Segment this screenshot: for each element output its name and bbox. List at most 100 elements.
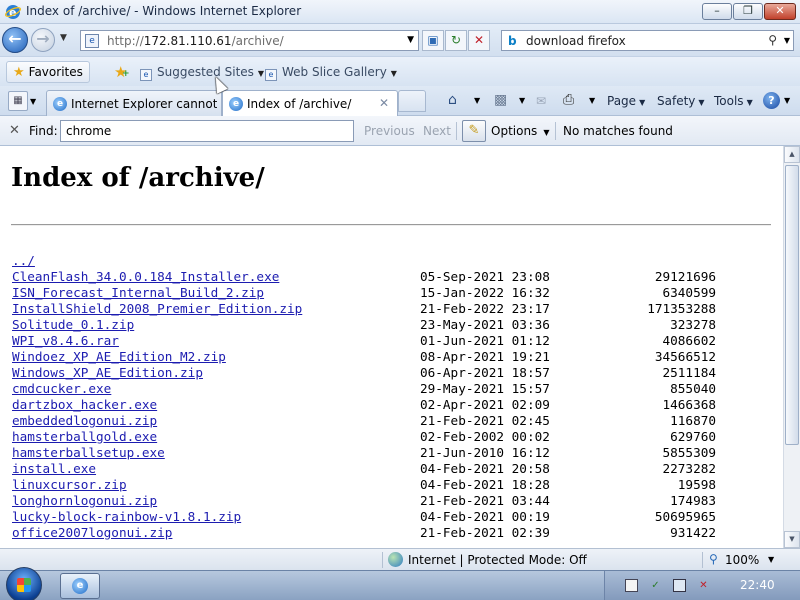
find-input[interactable] bbox=[60, 120, 354, 142]
suggested-sites-label: Suggested Sites bbox=[157, 65, 254, 79]
quick-tabs-button[interactable]: ▦ bbox=[8, 91, 28, 111]
network-icon[interactable] bbox=[673, 579, 686, 592]
file-link[interactable]: hamsterballgold.exe bbox=[12, 429, 157, 444]
close-find-bar-icon[interactable]: ✕ bbox=[9, 123, 20, 138]
zoom-icon[interactable]: ⚲ bbox=[709, 552, 718, 566]
file-link[interactable]: CleanFlash_34.0.0.184_Installer.exe bbox=[12, 269, 279, 284]
divider bbox=[555, 122, 556, 140]
chevron-down-icon: ▼ bbox=[390, 69, 397, 78]
file-size: 855040 bbox=[670, 381, 716, 396]
minimize-button[interactable]: – bbox=[702, 3, 732, 20]
url-path: /archive/ bbox=[231, 34, 284, 48]
system-tray: ✓ ✕ 22:40 bbox=[604, 571, 800, 600]
file-date: 02-Apr-2021 02:09 bbox=[420, 397, 550, 412]
search-options-dropdown-icon[interactable]: ▼ bbox=[784, 36, 790, 45]
file-size: 19598 bbox=[677, 477, 716, 492]
file-date: 04-Feb-2021 00:19 bbox=[420, 509, 550, 524]
security-check-icon[interactable]: ✓ bbox=[649, 579, 662, 592]
security-zone-text[interactable]: Internet | Protected Mode: Off bbox=[408, 553, 587, 567]
tab-list-dropdown-icon[interactable]: ▼ bbox=[30, 97, 36, 106]
suggested-sites-link[interactable]: e Suggested Sites ▼ bbox=[140, 65, 264, 81]
address-dropdown-icon[interactable]: ▼ bbox=[407, 35, 414, 45]
file-link[interactable]: lucky-block-rainbow-v1.8.1.zip bbox=[12, 509, 241, 524]
add-to-favorites-bar-icon[interactable]: ★ + bbox=[114, 63, 130, 81]
tab-label: Index of /archive/ bbox=[247, 97, 352, 111]
file-link[interactable]: Windows_XP_AE_Edition.zip bbox=[12, 365, 203, 380]
file-date: 01-Jun-2021 01:12 bbox=[420, 333, 550, 348]
print-dropdown-icon[interactable]: ▼ bbox=[589, 96, 595, 105]
search-query[interactable]: download firefox bbox=[526, 34, 626, 48]
find-next-button[interactable]: Next bbox=[423, 124, 451, 138]
feeds-dropdown-icon[interactable]: ▼ bbox=[519, 96, 525, 105]
help-icon[interactable]: ? bbox=[763, 92, 780, 109]
file-link[interactable]: embeddedlogonui.zip bbox=[12, 413, 157, 428]
scroll-down-button[interactable]: ▼ bbox=[784, 531, 800, 548]
find-previous-button[interactable]: Previous bbox=[364, 124, 415, 138]
address-bar[interactable]: e http://172.81.110.61/archive/ ▼ bbox=[80, 30, 419, 51]
tab-index-of-archive[interactable]: e Index of /archive/ ✕ bbox=[222, 90, 398, 116]
file-link[interactable]: Windoez_XP_AE_Edition_M2.zip bbox=[12, 349, 226, 364]
file-size: 2511184 bbox=[662, 365, 716, 380]
file-link[interactable]: office2007logonui.zip bbox=[12, 525, 172, 540]
file-link[interactable]: install.exe bbox=[12, 461, 96, 476]
page-icon: e bbox=[265, 69, 277, 81]
home-icon[interactable]: ⌂ bbox=[448, 92, 457, 108]
plus-icon: + bbox=[122, 69, 130, 79]
ie-logo-icon: e bbox=[4, 4, 22, 23]
print-icon[interactable]: ⎙ bbox=[563, 92, 574, 108]
scroll-thumb[interactable] bbox=[785, 165, 799, 445]
zoom-level[interactable]: 100% bbox=[725, 553, 759, 567]
action-center-icon[interactable] bbox=[625, 579, 638, 592]
find-status: No matches found bbox=[563, 124, 673, 138]
compatibility-view-button[interactable]: ▣ bbox=[422, 30, 444, 51]
page-menu[interactable]: Page ▼ bbox=[607, 94, 645, 108]
zoom-dropdown-icon[interactable]: ▼ bbox=[768, 555, 774, 564]
clock[interactable]: 22:40 bbox=[740, 578, 775, 592]
stop-button[interactable]: ✕ bbox=[468, 30, 490, 51]
close-window-button[interactable]: ✕ bbox=[764, 3, 796, 20]
file-link[interactable]: linuxcursor.zip bbox=[12, 477, 127, 492]
volume-muted-icon[interactable]: ✕ bbox=[697, 579, 710, 592]
file-date: 15-Jan-2022 16:32 bbox=[420, 285, 550, 300]
search-icon[interactable]: ⚲ bbox=[768, 33, 777, 47]
taskbar-ie-button[interactable]: e bbox=[60, 573, 100, 599]
forward-arrow-icon: → bbox=[36, 29, 50, 48]
file-link[interactable]: hamsterballsetup.exe bbox=[12, 445, 165, 460]
address-url[interactable]: http://172.81.110.61/archive/ bbox=[107, 34, 284, 48]
highlight-matches-button[interactable]: ✎ bbox=[462, 120, 486, 142]
favorites-button[interactable]: ★ Favorites bbox=[6, 61, 90, 83]
file-link[interactable]: dartzbox_hacker.exe bbox=[12, 397, 157, 412]
file-link[interactable]: longhornlogonui.zip bbox=[12, 493, 157, 508]
back-button[interactable]: ← bbox=[2, 27, 28, 53]
history-dropdown-icon[interactable]: ▼ bbox=[60, 33, 67, 43]
new-tab-button[interactable] bbox=[398, 90, 426, 112]
file-link[interactable]: InstallShield_2008_Premier_Edition.zip bbox=[12, 301, 302, 316]
help-dropdown-icon[interactable]: ▼ bbox=[784, 96, 790, 105]
file-date: 21-Feb-2021 02:45 bbox=[420, 413, 550, 428]
scroll-up-button[interactable]: ▲ bbox=[784, 146, 800, 163]
tab-ie-cannot-display[interactable]: e Internet Explorer cannot d... bbox=[46, 90, 222, 116]
vertical-scrollbar[interactable]: ▲ ▼ bbox=[783, 146, 800, 548]
find-options-menu[interactable]: Options ▼ bbox=[491, 124, 549, 138]
page-menu-label: Page bbox=[607, 94, 637, 108]
tools-menu[interactable]: Tools ▼ bbox=[714, 94, 753, 108]
internet-zone-globe-icon bbox=[388, 552, 403, 567]
forward-button[interactable]: → bbox=[31, 28, 55, 52]
file-link[interactable]: Solitude_0.1.zip bbox=[12, 317, 134, 332]
safety-menu[interactable]: Safety ▼ bbox=[657, 94, 705, 108]
refresh-button[interactable]: ↻ bbox=[445, 30, 467, 51]
web-slice-gallery-link[interactable]: e Web Slice Gallery ▼ bbox=[265, 65, 397, 81]
maximize-button[interactable]: ❐ bbox=[733, 3, 763, 20]
url-scheme: http:// bbox=[107, 34, 144, 48]
search-box[interactable]: b download firefox ⚲ ▼ bbox=[501, 30, 794, 51]
close-tab-icon[interactable]: ✕ bbox=[379, 96, 389, 110]
tab-label: Internet Explorer cannot d... bbox=[71, 97, 217, 111]
file-link[interactable]: ../ bbox=[12, 253, 35, 268]
file-link[interactable]: ISN_Forecast_Internal_Build_2.zip bbox=[12, 285, 264, 300]
file-link[interactable]: cmdcucker.exe bbox=[12, 381, 111, 396]
home-dropdown-icon[interactable]: ▼ bbox=[474, 96, 480, 105]
read-mail-icon[interactable]: ✉ bbox=[536, 94, 546, 108]
start-button[interactable] bbox=[6, 567, 42, 600]
file-link[interactable]: WPI_v8.4.6.rar bbox=[12, 333, 119, 348]
feeds-icon[interactable]: ▩ bbox=[494, 92, 507, 108]
